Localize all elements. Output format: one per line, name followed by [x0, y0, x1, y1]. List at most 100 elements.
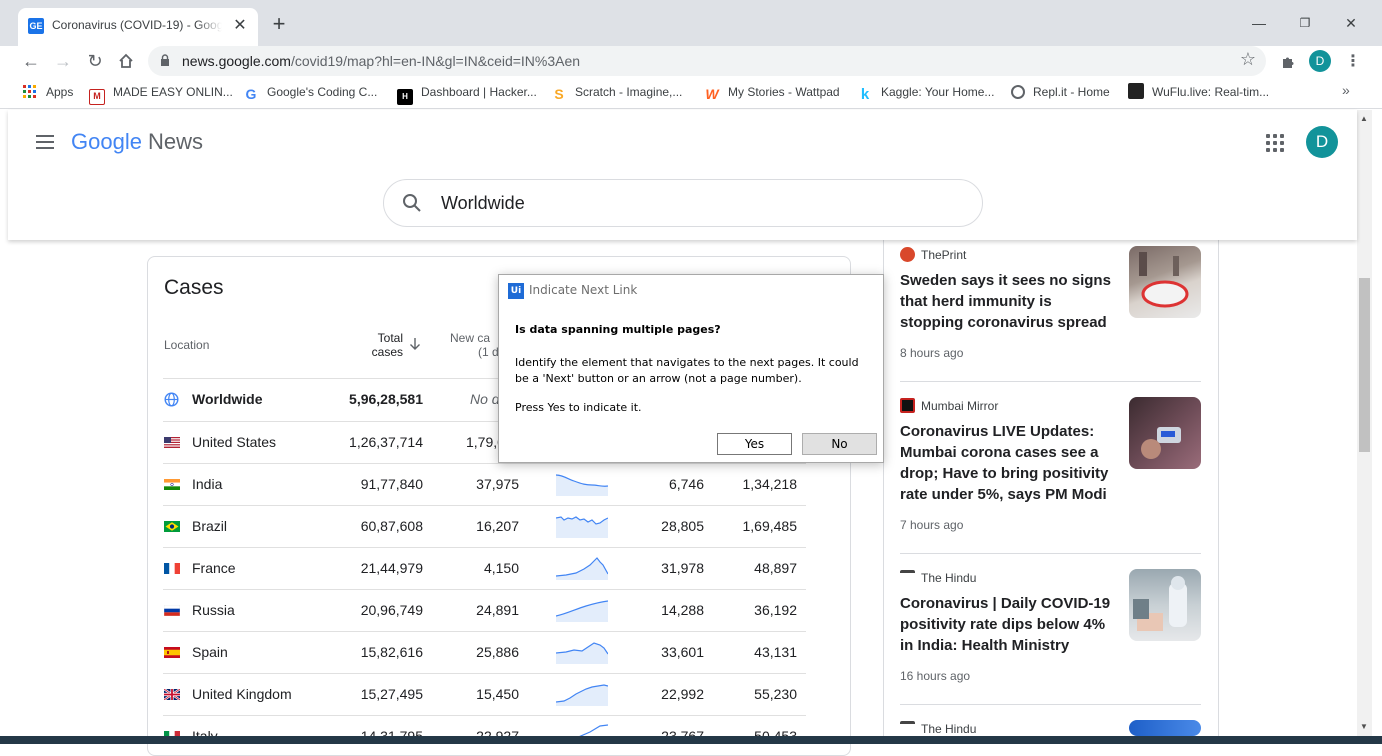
- row-divider: [163, 589, 806, 590]
- os-taskbar: [0, 736, 1382, 744]
- news-divider: [900, 553, 1201, 554]
- news-thumbnail[interactable]: [1129, 246, 1201, 318]
- sort-down-arrow-icon[interactable]: [409, 337, 421, 351]
- column-header-new-cases[interactable]: New ca (1 d: [450, 331, 500, 359]
- wattpad-icon: W: [705, 86, 719, 102]
- trend-sparkline: [556, 600, 608, 622]
- chrome-divider: [0, 108, 1382, 109]
- location-name: India: [192, 476, 223, 492]
- column-header-location[interactable]: Location: [164, 338, 209, 352]
- dialog-description: Identify the element that navigates to t…: [515, 356, 859, 385]
- bookmark-google-coding[interactable]: G Google's Coding C...: [243, 83, 378, 102]
- news-time: 16 hours ago: [900, 669, 971, 683]
- news-thumbnail[interactable]: [1129, 720, 1201, 736]
- deaths: 43,131: [754, 644, 797, 660]
- restore-button[interactable]: ❐: [1282, 10, 1328, 36]
- minimize-button[interactable]: —: [1236, 10, 1282, 36]
- mumbai-mirror-logo-icon: [900, 398, 915, 413]
- address-bar[interactable]: news.google.com/covid19/map?hl=en-IN&gl=…: [148, 46, 1266, 76]
- news-source: ThePrint: [900, 247, 966, 262]
- column-header-total-cases[interactable]: Total cases: [343, 331, 403, 359]
- bookmark-kaggle[interactable]: k Kaggle: Your Home...: [857, 83, 995, 103]
- scroll-up-arrow-icon[interactable]: ▲: [1360, 114, 1368, 123]
- location-name: Spain: [192, 644, 228, 660]
- bookmark-replit[interactable]: Repl.it - Home: [1011, 83, 1110, 101]
- kebab-menu-icon[interactable]: ⋮: [1341, 50, 1365, 74]
- news-thumbnail[interactable]: [1129, 569, 1201, 641]
- total-cases: 91,77,840: [360, 476, 423, 492]
- home-icon[interactable]: [113, 48, 139, 74]
- news-thumbnail[interactable]: [1129, 397, 1201, 469]
- news-headline[interactable]: Sweden says it sees no signs that herd i…: [900, 270, 1115, 333]
- total-cases: 21,44,979: [360, 560, 423, 576]
- google-news-header: Google News Worldwide D: [8, 110, 1357, 240]
- bookmark-scratch[interactable]: S Scratch - Imagine,...: [551, 83, 682, 102]
- indicate-next-link-dialog: Ui Indicate Next Link Is data spanning m…: [498, 274, 884, 463]
- brazil-flag-icon: [164, 521, 180, 532]
- trend-sparkline: [556, 557, 608, 580]
- the-hindu-logo-icon: [900, 570, 915, 585]
- new-cases: 25,886: [476, 644, 519, 660]
- deaths: 1,34,218: [742, 476, 798, 492]
- dialog-prompt: Press Yes to indicate it.: [515, 401, 642, 414]
- news-time: 7 hours ago: [900, 518, 964, 532]
- india-flag-icon: [164, 479, 180, 490]
- uipath-logo-icon: Ui: [508, 283, 524, 299]
- row-divider: [163, 547, 806, 548]
- hamburger-menu-icon[interactable]: [36, 135, 54, 149]
- vertical-scrollbar[interactable]: ▲ ▼: [1357, 110, 1372, 744]
- wuflu-icon: [1128, 83, 1144, 99]
- bookmark-made-easy[interactable]: M MADE EASY ONLIN...: [89, 83, 233, 105]
- profile-avatar[interactable]: D: [1309, 50, 1331, 72]
- the-hindu-logo-icon: [900, 721, 915, 736]
- total-cases: 15,82,616: [360, 644, 423, 660]
- recovered: 33,601: [661, 644, 704, 660]
- location-name: Russia: [192, 602, 235, 618]
- total-cases: 5,96,28,581: [349, 391, 423, 407]
- extensions-puzzle-icon[interactable]: [1276, 50, 1300, 74]
- no-button[interactable]: No: [802, 433, 877, 455]
- trend-sparkline: [556, 684, 608, 706]
- bookmark-wattpad[interactable]: W My Stories - Wattpad: [704, 83, 839, 102]
- total-cases: 20,96,749: [360, 602, 423, 618]
- trend-sparkline: [556, 642, 608, 664]
- account-avatar[interactable]: D: [1306, 126, 1338, 158]
- bookmark-apps[interactable]: Apps: [22, 83, 73, 101]
- new-cases: 24,891: [476, 602, 519, 618]
- search-value: Worldwide: [441, 193, 525, 213]
- google-news-logo[interactable]: Google News: [71, 129, 203, 155]
- search-input[interactable]: Worldwide: [383, 179, 983, 227]
- news-headline[interactable]: Coronavirus | Daily COVID-19 positivity …: [900, 593, 1115, 656]
- back-arrow-icon[interactable]: ←: [18, 48, 44, 74]
- window-close-button[interactable]: ✕: [1328, 10, 1374, 36]
- news-headline[interactable]: Coronavirus LIVE Updates: Mumbai corona …: [900, 421, 1115, 505]
- yes-button[interactable]: Yes: [717, 433, 792, 455]
- recovered: 22,992: [661, 686, 704, 702]
- row-divider: [163, 715, 806, 716]
- russia-flag-icon: [164, 605, 180, 616]
- tab-close-icon[interactable]: ✕: [230, 16, 250, 36]
- scroll-down-arrow-icon[interactable]: ▼: [1360, 722, 1368, 731]
- uk-flag-icon: [164, 689, 180, 700]
- bookmark-wuflu[interactable]: WuFlu.live: Real-tim...: [1128, 83, 1269, 101]
- cases-title: Cases: [164, 276, 224, 299]
- scrollbar-thumb[interactable]: [1359, 278, 1370, 452]
- google-apps-icon[interactable]: [1266, 134, 1284, 152]
- deaths: 48,897: [754, 560, 797, 576]
- forward-arrow-icon[interactable]: →: [50, 48, 76, 74]
- location-name: Worldwide: [192, 391, 263, 407]
- hackerrank-icon: H: [397, 89, 413, 105]
- reload-icon[interactable]: ↻: [82, 48, 108, 74]
- google-wordmark: Google: [71, 129, 142, 154]
- news-source: The Hindu: [900, 721, 976, 736]
- new-cases: 15,450: [476, 686, 519, 702]
- kaggle-icon: k: [860, 86, 870, 103]
- apps-grid-icon: [22, 85, 38, 101]
- new-tab-button[interactable]: +: [266, 12, 292, 38]
- bookmark-star-icon[interactable]: ☆: [1240, 49, 1256, 70]
- news-time: 8 hours ago: [900, 346, 964, 360]
- bookmark-hackerrank[interactable]: H Dashboard | Hacker...: [397, 83, 537, 105]
- bookmarks-overflow-icon[interactable]: »: [1342, 82, 1350, 98]
- dialog-question: Is data spanning multiple pages?: [515, 323, 721, 336]
- browser-tab[interactable]: GE Coronavirus (COVID-19) - Google News …: [18, 8, 258, 46]
